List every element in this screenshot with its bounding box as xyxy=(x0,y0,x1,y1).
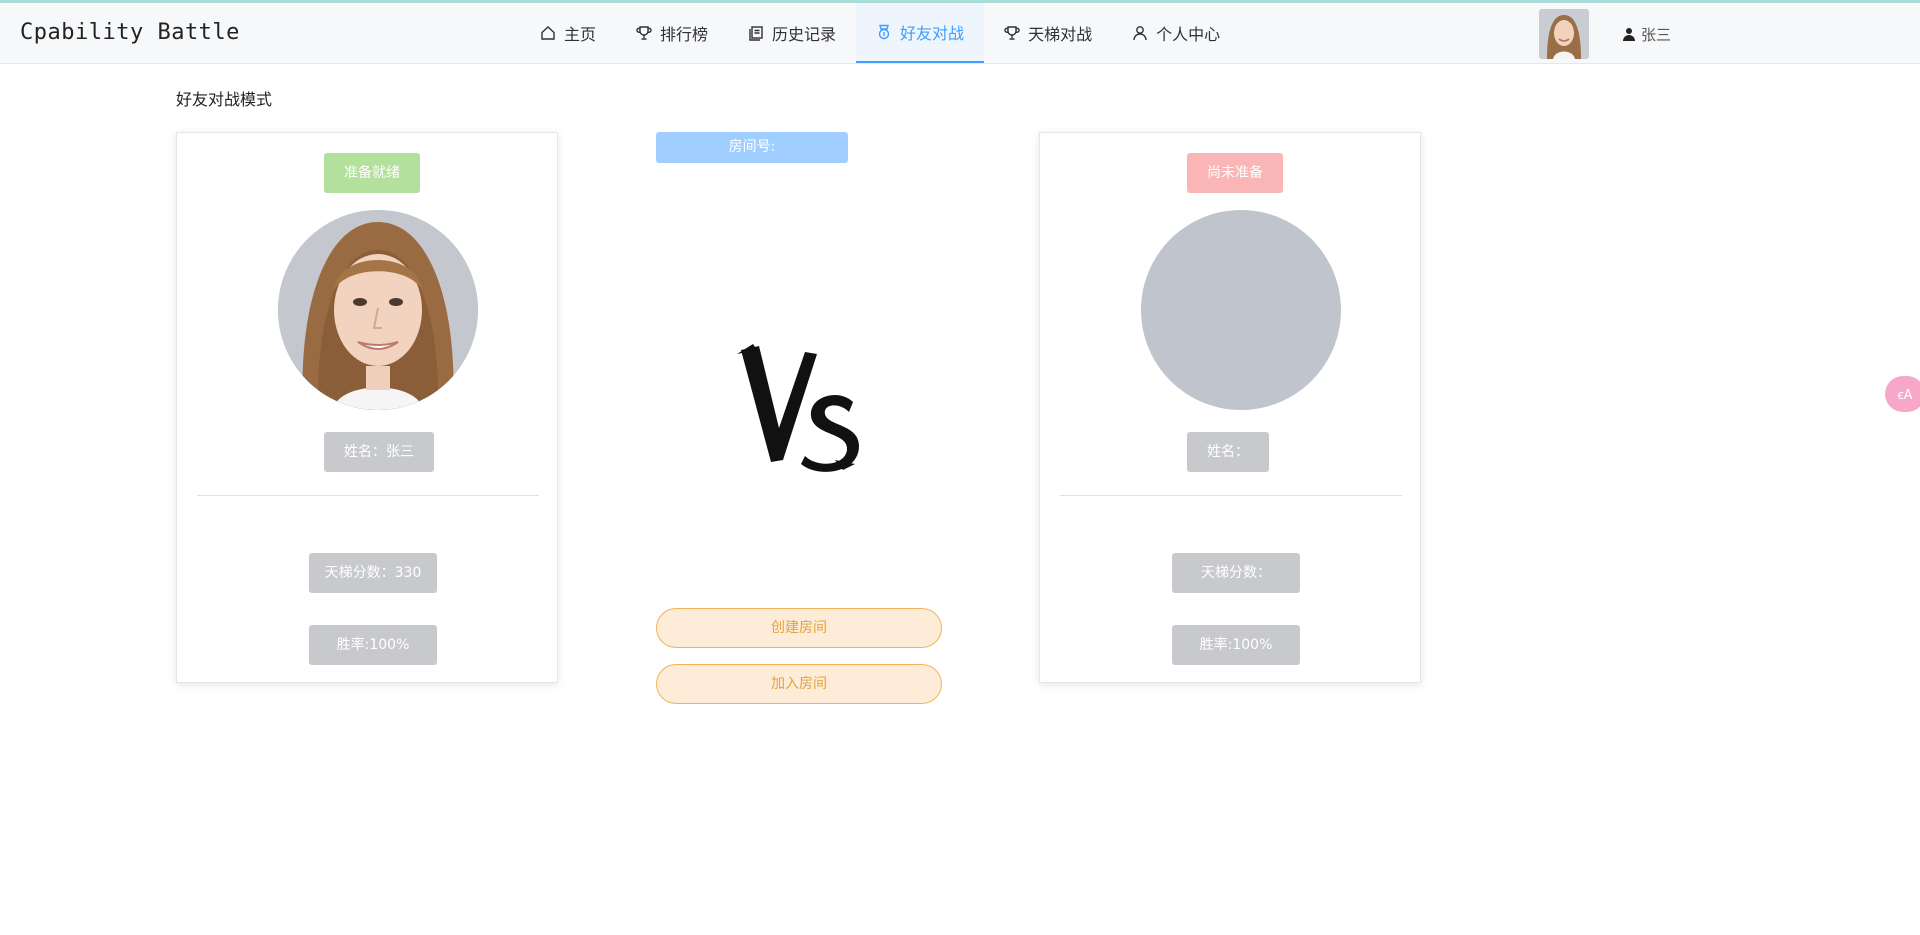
win-rate-tag: 胜率:100% xyxy=(1172,625,1300,665)
menu-item-home[interactable]: 主页 xyxy=(520,3,616,63)
app-brand[interactable]: Cpability Battle xyxy=(20,3,240,63)
menu-item-label: 历史记录 xyxy=(772,25,837,44)
menu-item-profile[interactable]: 个人中心 xyxy=(1112,3,1240,63)
menu-item-history[interactable]: 历史记录 xyxy=(728,3,856,63)
not-ready-status-badge: 尚未准备 xyxy=(1187,153,1283,193)
medal-icon xyxy=(876,24,892,40)
vs-logo xyxy=(735,340,865,480)
translate-button[interactable]: ꞓA xyxy=(1885,376,1920,412)
player-card-opponent: 尚未准备 姓名： 天梯分数： 胜率:100% xyxy=(1039,132,1421,683)
create-room-button[interactable]: 创建房间 xyxy=(656,608,942,648)
ladder-score-tag: 天梯分数：330 xyxy=(309,553,437,593)
menu-item-label: 排行榜 xyxy=(660,25,709,44)
player-name-tag: 姓名： xyxy=(1187,432,1269,472)
menu-item-leaderboard[interactable]: 排行榜 xyxy=(616,3,728,63)
trophy-icon xyxy=(1004,25,1020,41)
menu-item-ladder-battle[interactable]: 天梯对战 xyxy=(984,3,1112,63)
page-title: 好友对战模式 xyxy=(176,90,273,109)
join-room-button[interactable]: 加入房间 xyxy=(656,664,942,704)
divider xyxy=(1060,495,1402,496)
menu-item-friend-battle[interactable]: 好友对战 xyxy=(856,3,985,63)
player-card-self: 准备就绪 姓名：张三 天梯分数：330 胜率:100% xyxy=(176,132,558,683)
player-name-tag: 姓名：张三 xyxy=(324,432,434,472)
user-icon xyxy=(1132,25,1148,41)
menu-item-label: 天梯对战 xyxy=(1028,25,1093,44)
home-icon xyxy=(540,25,556,41)
user-avatar[interactable] xyxy=(1539,9,1589,59)
main-menu: 主页 排行榜 历史记录 好友对战 天梯对战 个人中心 xyxy=(520,3,1240,63)
menu-item-label: 个人中心 xyxy=(1156,25,1221,44)
trophy-icon xyxy=(636,25,652,41)
menu-item-label: 主页 xyxy=(564,25,597,44)
user-icon xyxy=(1622,27,1636,41)
user-name: 张三 xyxy=(1641,25,1672,44)
top-navbar: Cpability Battle 主页 排行榜 历史记录 好友对战 天梯对战 个… xyxy=(0,3,1920,64)
room-number-badge: 房间号: xyxy=(656,132,848,163)
win-rate-tag: 胜率:100% xyxy=(309,625,437,665)
translate-icon: ꞓA xyxy=(1897,388,1913,403)
opponent-avatar-placeholder xyxy=(1141,210,1341,410)
player-avatar xyxy=(278,210,478,410)
divider xyxy=(197,495,539,496)
ready-status-badge: 准备就绪 xyxy=(324,153,420,193)
user-menu[interactable]: 张三 xyxy=(1622,3,1671,65)
ladder-score-tag: 天梯分数： xyxy=(1172,553,1300,593)
history-icon xyxy=(748,25,764,41)
menu-item-label: 好友对战 xyxy=(900,24,965,43)
